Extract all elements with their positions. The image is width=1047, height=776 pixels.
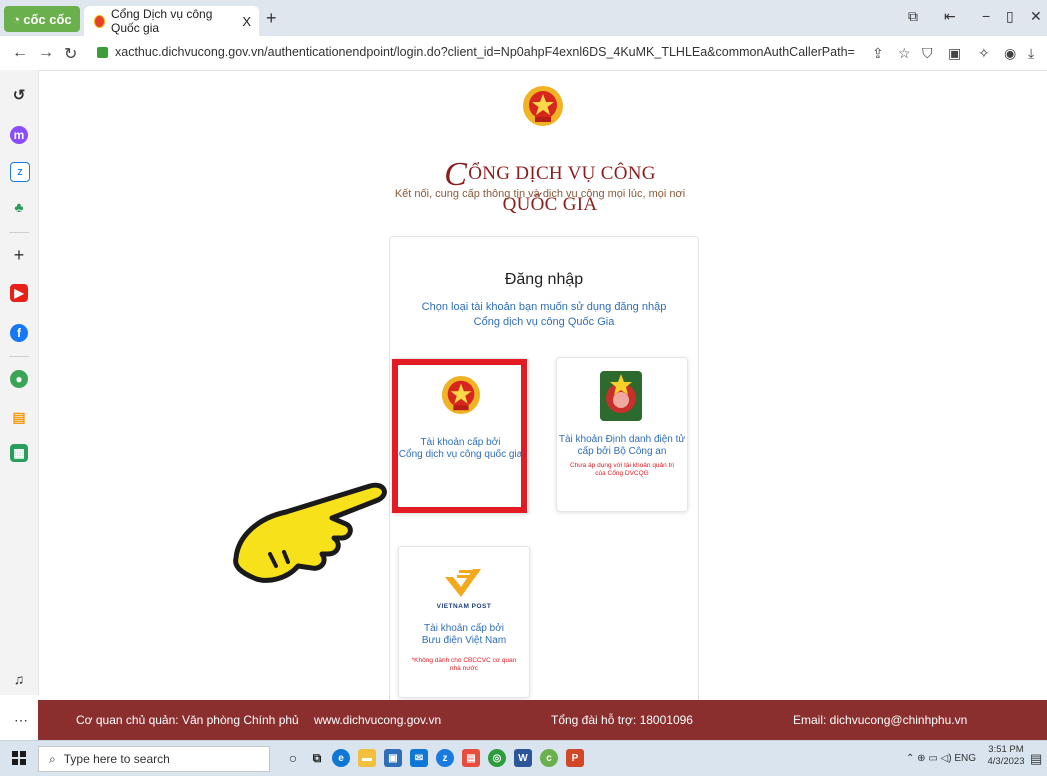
bookmark-star-icon[interactable]: ☆	[898, 45, 911, 62]
pointing-hand-icon	[233, 482, 387, 583]
taskbar-search-placeholder: Type here to search	[63, 752, 170, 766]
sidebar-toggle-icon[interactable]: ⇤	[944, 8, 956, 25]
profile-icon[interactable]: ◉	[1004, 45, 1016, 62]
add-app-icon[interactable]: +	[10, 245, 28, 265]
download-extension-icon[interactable]: ▣	[948, 45, 961, 62]
minimize-button[interactable]: −	[982, 8, 990, 24]
browser-tab[interactable]: Cổng Dịch vụ công Quốc gia X	[84, 6, 259, 36]
login-instructions-line1: Chọn loại tài khoản bạn muốn sử dụng đăn…	[421, 301, 667, 313]
tray-icons: ⌃ ⊕ ▭ ◁)	[906, 753, 952, 764]
page-footer: Cơ quan chủ quản: Văn phòng Chính phủ ww…	[38, 700, 1047, 740]
coccoc-logo-icon: ◔	[12, 11, 21, 27]
footer-agency: Cơ quan chủ quản: Văn phòng Chính phủ	[76, 713, 299, 727]
taskbar-clock[interactable]: 3:51 PM 4/3/2023	[984, 744, 1028, 768]
account-option-electronic-id[interactable]: Tài khoản Định danh điện tử cấp bởi Bộ C…	[556, 357, 688, 512]
tray-language: ENG	[954, 753, 977, 764]
account-option-label-line1: Tài khoản Định danh điện tử	[558, 434, 686, 445]
tab-close-button[interactable]: X	[242, 14, 251, 29]
clock-date: 4/3/2023	[987, 756, 1025, 767]
coccoc-taskbar-icon[interactable]: c	[540, 749, 558, 767]
action-center-icon[interactable]: ▤	[1030, 751, 1042, 767]
forward-button[interactable]: →	[38, 44, 54, 62]
account-option-note-line2: nhà nước	[449, 665, 479, 672]
restore-button[interactable]: ▯	[1006, 8, 1014, 25]
file-explorer-icon[interactable]: ▬	[358, 749, 376, 767]
cortana-icon[interactable]: ○	[284, 749, 302, 767]
reload-button[interactable]: ↻	[64, 44, 77, 64]
system-tray[interactable]: ⌃ ⊕ ▭ ◁) ENG	[906, 753, 976, 764]
account-option-note-line1: *Không dành cho CBCCVC cơ quan	[411, 657, 517, 664]
calculator-icon[interactable]: ▦	[10, 444, 28, 462]
police-emblem-icon	[600, 371, 642, 421]
powerpoint-icon[interactable]: P	[566, 749, 584, 767]
back-button[interactable]: ←	[12, 44, 28, 62]
address-bar[interactable]: xacthuc.dichvucong.gov.vn/authentication…	[115, 45, 855, 59]
vietnam-post-logo-icon	[445, 569, 481, 597]
more-options-icon[interactable]: ⋯	[14, 712, 28, 729]
store-icon[interactable]: ▣	[384, 749, 402, 767]
account-option-label-line1: Tài khoản cấp bởi	[424, 623, 504, 634]
cast-icon[interactable]: ⧉	[908, 8, 918, 25]
login-title: Đăng nhập	[504, 271, 584, 288]
highlight-box	[392, 359, 527, 513]
mail-icon[interactable]: ✉	[410, 749, 428, 767]
game-icon[interactable]: ♣	[10, 198, 28, 216]
downloads-icon[interactable]: ⤓	[1028, 45, 1034, 62]
windows-start-icon[interactable]	[12, 751, 26, 765]
taskbar-search-input[interactable]: ⌕ Type here to search	[38, 746, 270, 772]
account-option-vietnam-post[interactable]: VIETNAM POST Tài khoản cấp bởi Bưu điện …	[398, 546, 530, 698]
edge-icon[interactable]: e	[332, 749, 350, 767]
account-option-label-line2: cấp bởi Bộ Công an	[577, 446, 667, 457]
account-option-label: Tài khoản Định danh điện tử cấp bởi Bộ C…	[557, 434, 687, 458]
coccoc-menu-button[interactable]: ◔ cốc cốc	[4, 6, 80, 32]
account-option-label: Tài khoản cấp bởi Bưu điện Việt Nam	[399, 623, 529, 647]
sidebar-divider	[9, 232, 29, 233]
navigation-bar: ← → ↻ xacthuc.dichvucong.gov.vn/authenti…	[0, 36, 1047, 71]
tab-title: Cổng Dịch vụ công Quốc gia	[111, 7, 213, 35]
word-icon[interactable]: W	[514, 749, 532, 767]
search-icon: ⌕	[49, 751, 56, 766]
clock-time: 3:51 PM	[988, 744, 1024, 755]
shield-icon[interactable]: ⛉	[922, 45, 933, 62]
browser-sidebar: ↺ m Z ♣ + ▶ f ● ▤ ▦ ♫	[0, 70, 39, 695]
messenger-icon[interactable]: m	[10, 126, 28, 144]
facebook-icon[interactable]: f	[10, 324, 28, 342]
footer-hotline: Tổng đài hỗ trợ: 18001096	[551, 713, 693, 727]
login-instructions-line2: Cổng dịch vụ công Quốc Gia	[473, 316, 615, 328]
account-option-note-line1: Chưa áp dụng với tài khoản quản trị	[569, 462, 674, 469]
browser-tab-bar: ◔ cốc cốc Cổng Dịch vụ công Quốc gia X +…	[0, 0, 1047, 36]
youtube-icon[interactable]: ▶	[10, 284, 28, 302]
portal-subtitle: Kết nối, cung cấp thông tin và dịch vụ c…	[394, 188, 686, 200]
sports-icon[interactable]: ●	[10, 370, 28, 388]
account-option-note: *Không dành cho CBCCVC cơ quan nhà nước	[403, 657, 525, 673]
secure-lock-icon[interactable]	[97, 47, 108, 58]
footer-email[interactable]: Email: dichvucong@chinhphu.vn	[793, 713, 967, 727]
new-tab-button[interactable]: +	[266, 8, 277, 29]
sidebar-divider	[9, 356, 29, 357]
history-icon[interactable]: ↺	[10, 86, 28, 104]
shopping-icon[interactable]: ▤	[10, 408, 28, 426]
zalo-taskbar-icon[interactable]: z	[436, 749, 454, 767]
account-option-label-line2: Bưu điện Việt Nam	[421, 635, 507, 646]
notification-bell-icon[interactable]: ♫	[10, 670, 28, 688]
account-option-note: Chưa áp dụng với tài khoản quản trị của …	[561, 462, 683, 478]
windows-taskbar: ⌕ Type here to search ○ ⧉ e ▬ ▣ ✉ z ▤ ◎ …	[0, 740, 1047, 776]
share-icon[interactable]: ⇪	[872, 45, 884, 62]
site-favicon-icon	[94, 14, 106, 28]
extensions-icon[interactable]: ✧	[978, 45, 990, 62]
coccoc-brand-label: cốc cốc	[23, 11, 72, 27]
national-emblem-icon	[523, 86, 563, 126]
login-instructions: Chọn loại tài khoản bạn muốn sử dụng đăn…	[420, 300, 668, 330]
vietnam-post-logo-text: VIETNAM POST	[436, 603, 492, 610]
task-view-icon[interactable]: ⧉	[308, 749, 326, 767]
portal-title: CỔNG DỊCH VỤ CÔNG QUỐC GIA	[420, 156, 680, 216]
chrome-icon[interactable]: ◎	[488, 749, 506, 767]
footer-website-link[interactable]: www.dichvucong.gov.vn	[314, 713, 441, 727]
close-window-button[interactable]: ✕	[1030, 8, 1042, 25]
zalo-icon[interactable]: Z	[10, 162, 30, 182]
account-option-note-line2: của Cổng DVCQG	[595, 470, 649, 477]
app-icon[interactable]: ▤	[462, 749, 480, 767]
